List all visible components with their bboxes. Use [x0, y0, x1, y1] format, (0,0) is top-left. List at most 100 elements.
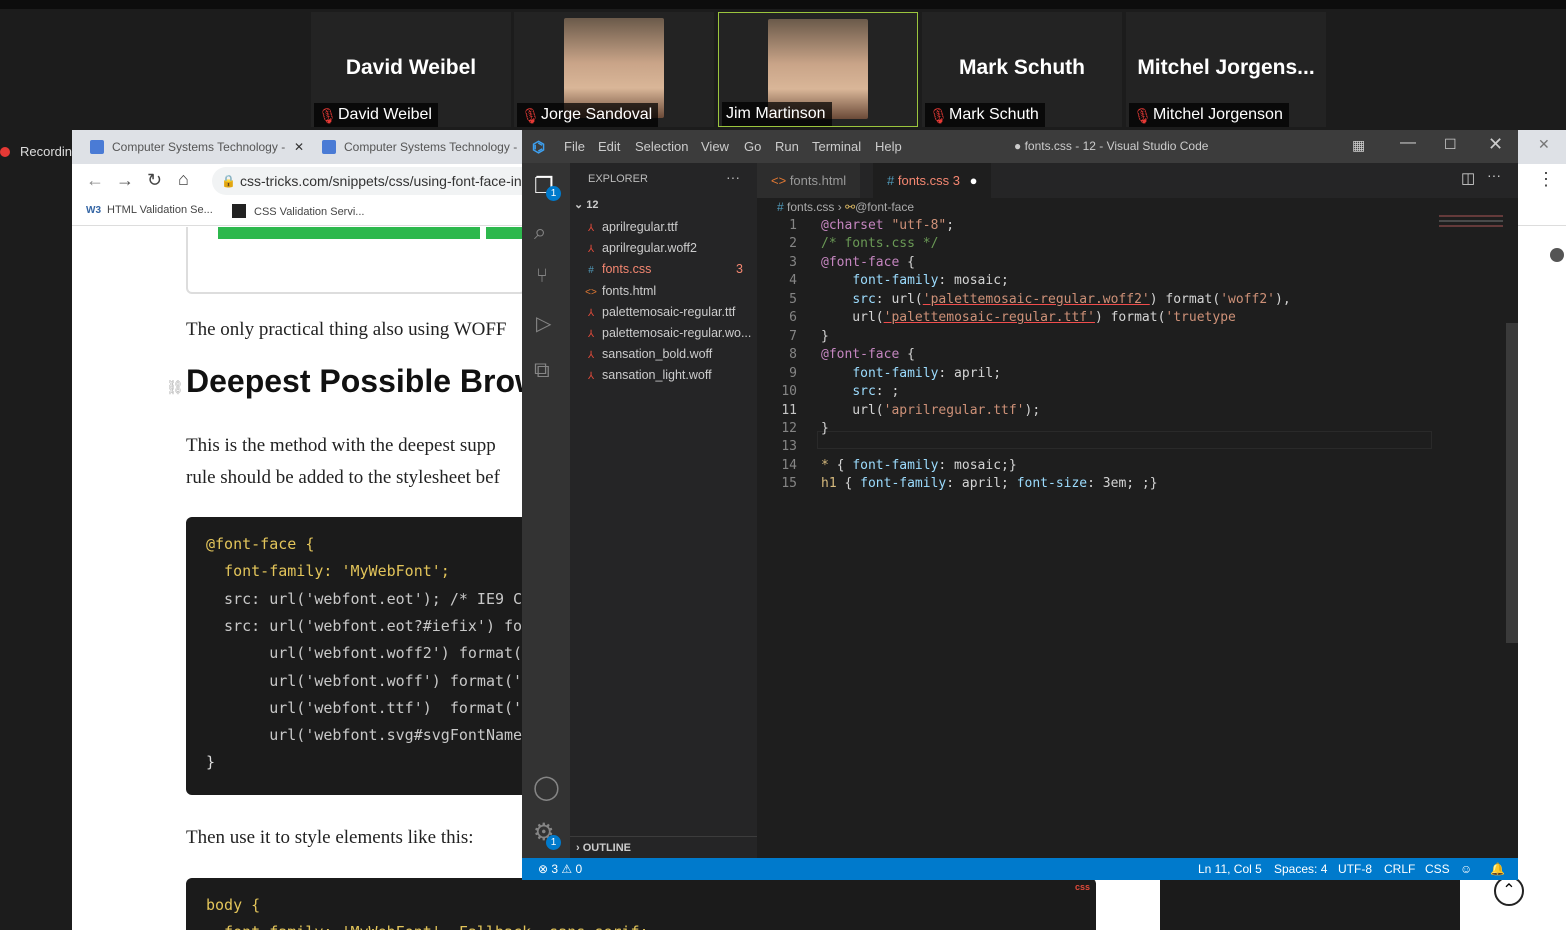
cursor-position[interactable]: Ln 11, Col 5 — [1198, 858, 1262, 880]
code-token: url( — [821, 310, 884, 326]
code-line[interactable]: font-family: april; — [821, 366, 1001, 381]
breadcrumb-item[interactable]: fonts.css — [787, 200, 834, 214]
indentation[interactable]: Spaces: 4 — [1274, 858, 1327, 880]
css-file-icon: # — [887, 173, 895, 188]
menu-help[interactable]: Help — [875, 139, 902, 154]
code-line[interactable]: src: url('palettemosaic-regular.woff2') … — [821, 292, 1290, 307]
menu-selection[interactable]: Selection — [635, 139, 688, 154]
participant-tile[interactable]: 🎙Jorge Sandoval — [514, 12, 714, 127]
file-item[interactable]: ⅄ sansation_bold.woff — [570, 344, 757, 365]
font-file-icon: ⅄ — [587, 307, 595, 319]
editor-tab-fonts-html[interactable]: <> fonts.html — [757, 163, 861, 198]
code-line[interactable]: h1 { font-family: april; font-size: 3em;… — [821, 476, 1158, 491]
problems-indicator[interactable]: ⊗ 3 ⚠ 0 — [538, 858, 582, 880]
file-name: sansation_light.woff — [602, 368, 712, 383]
code-line[interactable]: font-family: mosaic; — [821, 273, 1009, 288]
code-line[interactable]: @charset "utf-8"; — [821, 218, 954, 233]
file-item[interactable]: ⅄ aprilregular.woff2 — [570, 238, 757, 259]
editor-scrollbar[interactable] — [1506, 323, 1518, 643]
file-item[interactable]: ⅄ sansation_light.woff — [570, 365, 757, 386]
code-token: 'palettemosaic-regular.ttf' — [883, 310, 1095, 326]
code-line[interactable]: src: ; — [821, 384, 899, 399]
extensions-icon[interactable]: ⧉ — [534, 357, 550, 383]
search-icon[interactable]: ⌕ — [534, 219, 546, 245]
code-line[interactable]: @font-face { — [821, 347, 915, 362]
language-mode[interactable]: CSS — [1425, 858, 1450, 880]
browser-tab-2[interactable]: Computer Systems Technology - — [322, 134, 522, 164]
unsaved-dot-icon[interactable]: ● — [970, 173, 978, 188]
recording-label: Recordin — [20, 144, 73, 159]
participant-tile[interactable]: Mark Schuth 🎙Mark Schuth — [922, 12, 1122, 127]
close-icon[interactable]: ✕ — [1488, 134, 1503, 155]
green-bar — [218, 227, 480, 239]
notifications-bell-icon[interactable]: 🔔 — [1490, 858, 1505, 880]
browser-tab-1[interactable]: Computer Systems Technology - ✕ — [90, 134, 308, 164]
participant-tile[interactable]: David Weibel 🎙David Weibel — [311, 12, 511, 127]
line-ending[interactable]: CRLF — [1384, 858, 1415, 880]
minimize-icon[interactable]: — — [1400, 134, 1416, 152]
menu-edit[interactable]: Edit — [598, 139, 620, 154]
encoding[interactable]: UTF-8 — [1338, 858, 1372, 880]
file-item[interactable]: ⅄ palettemosaic-regular.wo... — [570, 323, 757, 344]
code-line[interactable]: /* fonts.css */ — [821, 236, 938, 251]
outline-section[interactable]: › OUTLINE — [570, 836, 757, 858]
scroll-knob[interactable] — [1550, 248, 1564, 262]
css-file-icon: # — [588, 265, 594, 277]
participant-name: Jorge Sandoval — [541, 106, 653, 123]
back-icon[interactable]: ← — [86, 170, 104, 191]
file-item[interactable]: # fonts.css 3 — [570, 259, 757, 280]
menu-run[interactable]: Run — [775, 139, 799, 154]
article-paragraph: This is the method with the deepest supp — [186, 435, 496, 456]
close-tab-icon[interactable]: ✕ — [294, 134, 304, 160]
file-name: fonts.css — [602, 262, 652, 277]
close-window-icon[interactable]: ✕ — [1538, 136, 1550, 153]
code-token: 'aprilregular.ttf' — [883, 402, 1025, 418]
participant-big-name: Mark Schuth — [958, 56, 1086, 79]
browser-menu-icon[interactable]: ⋮ — [1537, 169, 1555, 190]
tab-title: Computer Systems Technology - — [112, 140, 286, 154]
more-editor-actions-icon[interactable]: ··· — [1487, 167, 1501, 183]
home-icon[interactable]: ⌂ — [178, 169, 189, 190]
code-line[interactable]: url('palettemosaic-regular.ttf') format(… — [821, 310, 1236, 325]
participant-name-label: 🎙Jorge Sandoval — [517, 103, 659, 127]
participant-tile[interactable]: Mitchel Jorgens... 🎙Mitchel Jorgenson — [1126, 12, 1326, 127]
file-item[interactable]: ⅄ palettemosaic-regular.ttf — [570, 302, 757, 323]
run-debug-icon[interactable]: ▷ — [536, 311, 551, 336]
code-line[interactable]: * { font-family: mosaic;} — [821, 458, 1017, 473]
file-item[interactable]: ⅄ aprilregular.ttf — [570, 217, 757, 238]
code-line[interactable]: @font-face { — [821, 255, 915, 270]
bookmark-html-validation[interactable]: W3 HTML Validation Se... — [86, 204, 213, 216]
split-editor-icon[interactable]: ◫ — [1461, 169, 1475, 187]
menu-terminal[interactable]: Terminal — [812, 139, 861, 154]
problem-count-badge: 3 — [736, 262, 743, 277]
layout-icon[interactable]: ▦ — [1352, 137, 1365, 154]
anchor-link-icon[interactable]: ⛓ — [166, 379, 184, 396]
menu-view[interactable]: View — [701, 139, 729, 154]
code-line[interactable]: url('aprilregular.ttf'); — [821, 403, 1040, 418]
feedback-icon[interactable]: ☺ — [1460, 858, 1472, 880]
bookmark-css-validation[interactable]: CSS Validation Servi... — [232, 204, 364, 218]
file-name: sansation_bold.woff — [602, 347, 713, 362]
participant-tile[interactable]: Jim Martinson — [718, 12, 918, 127]
code-line[interactable]: } — [821, 329, 829, 344]
breadcrumb-item[interactable]: @font-face — [855, 200, 914, 214]
css-badge: css — [1074, 882, 1090, 892]
menu-go[interactable]: Go — [744, 139, 761, 154]
line-number: 8 — [789, 347, 797, 363]
code-line[interactable]: } — [821, 421, 829, 436]
scroll-top-button[interactable]: ⌃ — [1494, 876, 1524, 906]
current-line-highlight — [817, 431, 1432, 449]
site-favicon-icon — [90, 140, 104, 154]
more-actions-icon[interactable]: ··· — [726, 169, 740, 185]
minimap[interactable] — [1439, 215, 1503, 245]
editor-tab-fonts-css[interactable]: # fonts.css 3 ● — [873, 163, 992, 198]
file-item[interactable]: <> fonts.html — [570, 281, 757, 302]
folder-12[interactable]: ⌄ 12 — [574, 198, 599, 211]
account-icon[interactable]: ◯ — [533, 773, 560, 802]
maximize-icon[interactable]: ☐ — [1444, 136, 1457, 153]
vscode-logo-icon: ⌬ — [532, 139, 546, 156]
forward-icon[interactable]: → — [116, 170, 134, 191]
reload-icon[interactable]: ↻ — [147, 170, 162, 191]
source-control-icon[interactable]: ⑂ — [536, 265, 548, 288]
menu-file[interactable]: File — [564, 139, 585, 154]
